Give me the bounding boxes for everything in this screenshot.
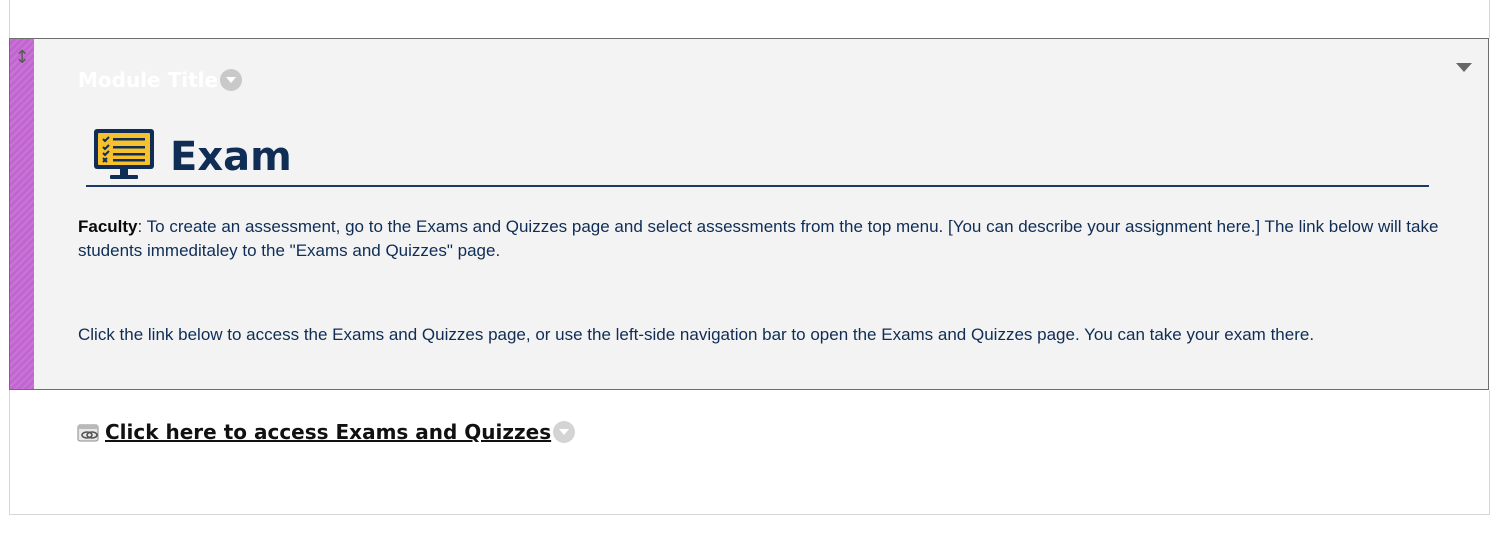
exam-header: Exam: [92, 125, 292, 185]
exams-link[interactable]: Click here to access Exams and Quizzes: [105, 420, 551, 444]
module-drag-bar[interactable]: ↕: [10, 39, 34, 389]
chevron-down-icon[interactable]: [553, 421, 576, 443]
heading-divider: [86, 185, 1429, 187]
drag-handle-icon[interactable]: ↕: [14, 47, 30, 69]
faculty-label: Faculty: [78, 217, 138, 236]
content-border-left: [9, 0, 10, 38]
chevron-down-icon[interactable]: [220, 69, 243, 91]
faculty-note: Faculty: To create an assessment, go to …: [78, 215, 1468, 263]
exams-link-item: Click here to access Exams and Quizzes: [9, 390, 1490, 515]
module-title: Module Title: [78, 67, 243, 93]
faculty-description: : To create an assessment, go to the Exa…: [78, 217, 1439, 260]
module-title-text: Module Title: [78, 68, 219, 92]
exam-module: ↕ Module Title Exam Faculty: To create a…: [9, 38, 1489, 390]
exam-heading: Exam: [170, 134, 292, 180]
content-page: ↕ Module Title Exam Faculty: To create a…: [0, 0, 1508, 535]
content-border-right: [1489, 0, 1490, 38]
exams-link-row: Click here to access Exams and Quizzes: [77, 420, 576, 444]
monitor-checklist-icon: [94, 129, 154, 179]
collapse-arrow-icon[interactable]: [1456, 63, 1472, 72]
web-link-icon: [77, 424, 99, 442]
instruction-text: Click the link below to access the Exams…: [78, 325, 1315, 344]
